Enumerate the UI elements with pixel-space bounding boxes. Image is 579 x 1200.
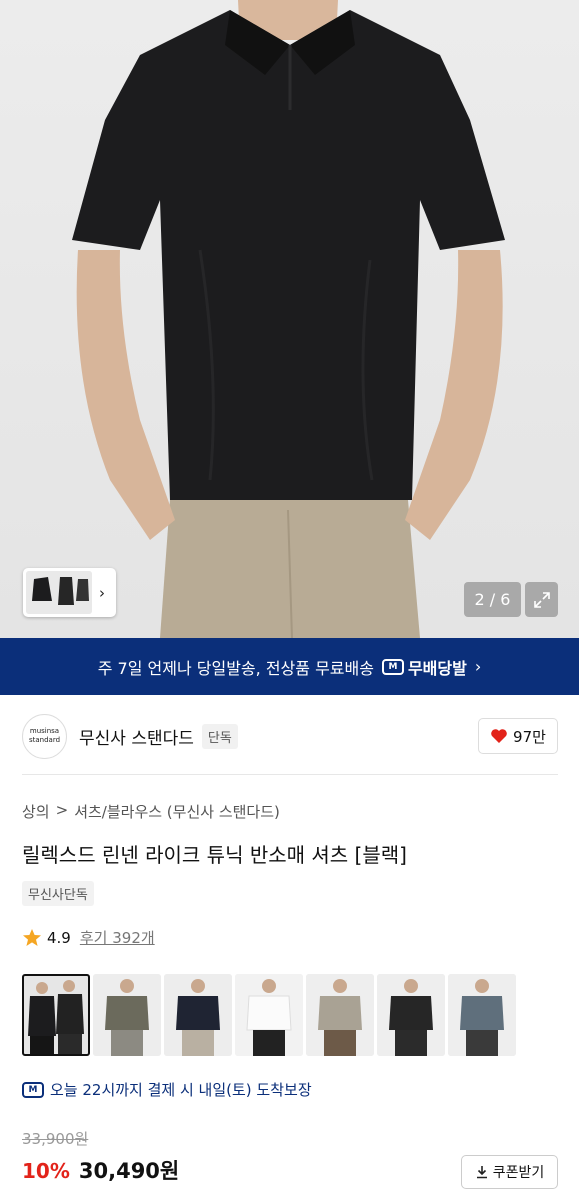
brand-exclusive-tag: 단독: [201, 723, 238, 749]
heart-icon: [491, 729, 507, 743]
product-title: 릴렉스드 린넨 라이크 튜닉 반소매 셔츠 [블랙]: [22, 843, 407, 867]
discount-rate: 10%: [22, 1159, 70, 1183]
delivery-guarantee: M 오늘 22시까지 결제 시 내일(토) 도착보장: [22, 1079, 312, 1100]
banner-text: 주 7일 언제나 당일발송, 전상품 무료배송: [97, 658, 374, 678]
product-image-gallery[interactable]: › 2 / 6: [0, 0, 579, 638]
badge-label: 무배당발: [407, 658, 467, 678]
color-option-black-pair[interactable]: [22, 974, 90, 1056]
download-icon: [476, 1166, 487, 1179]
color-option-white[interactable]: [235, 974, 303, 1056]
chevron-right-icon[interactable]: ›: [92, 584, 112, 602]
price-row: 10% 30,490원: [22, 1155, 179, 1185]
color-option-navy[interactable]: [164, 974, 232, 1056]
like-button[interactable]: 97만: [478, 718, 558, 754]
reviews-link[interactable]: 후기 392개: [80, 927, 155, 948]
musinsa-delivery-icon: M: [381, 658, 404, 675]
brand-logo-text-1: musinsa: [29, 727, 60, 735]
thumbnail-strip[interactable]: ›: [23, 568, 116, 617]
star-icon: [23, 928, 41, 946]
musinsa-delivery-icon: M: [22, 1081, 44, 1098]
free-shipping-banner[interactable]: 주 7일 언제나 당일발송, 전상품 무료배송 M 무배당발 ›: [0, 638, 579, 695]
brand-logo[interactable]: musinsa standard: [22, 713, 67, 759]
rating-summary: 4.9 후기 392개: [22, 927, 155, 948]
coupon-label: 쿠폰받기: [492, 1165, 545, 1181]
breadcrumb-item-shirts[interactable]: 셔츠/블라우스 (무신사 스탠다드): [74, 801, 280, 822]
color-option-black[interactable]: [377, 974, 445, 1056]
brand-name[interactable]: 무신사 스탠다드: [79, 724, 194, 749]
like-count: 97만: [513, 727, 546, 746]
product-photo: [72, 0, 505, 638]
brand-row: musinsa standard 무신사 스탠다드 단독 97만: [22, 712, 558, 760]
thumbnail-preview: [26, 571, 92, 614]
coupon-button[interactable]: 쿠폰받기: [461, 1155, 558, 1189]
exclusive-badge: 무신사단독: [22, 881, 94, 906]
breadcrumb-separator: >: [55, 801, 69, 819]
color-options: [22, 974, 516, 1056]
chevron-right-icon: ›: [474, 657, 482, 676]
color-option-khaki[interactable]: [93, 974, 161, 1056]
color-option-beige[interactable]: [306, 974, 374, 1056]
rating-value: 4.9: [47, 928, 71, 947]
breadcrumb-item-top[interactable]: 상의: [22, 801, 50, 822]
delivery-text: 오늘 22시까지 결제 시 내일(토) 도착보장: [50, 1081, 312, 1099]
divider: [22, 774, 558, 775]
brand-logo-text-2: standard: [28, 736, 61, 744]
image-counter: 2 / 6: [464, 582, 521, 617]
color-option-blue-grey[interactable]: [448, 974, 516, 1056]
expand-icon[interactable]: [525, 582, 558, 617]
breadcrumb: 상의 > 셔츠/블라우스 (무신사 스탠다드): [22, 801, 280, 822]
original-price: 33,900원: [22, 1130, 89, 1148]
musinsa-delivery-badge: M 무배당발: [381, 655, 467, 679]
sale-price: 30,490원: [78, 1159, 180, 1183]
